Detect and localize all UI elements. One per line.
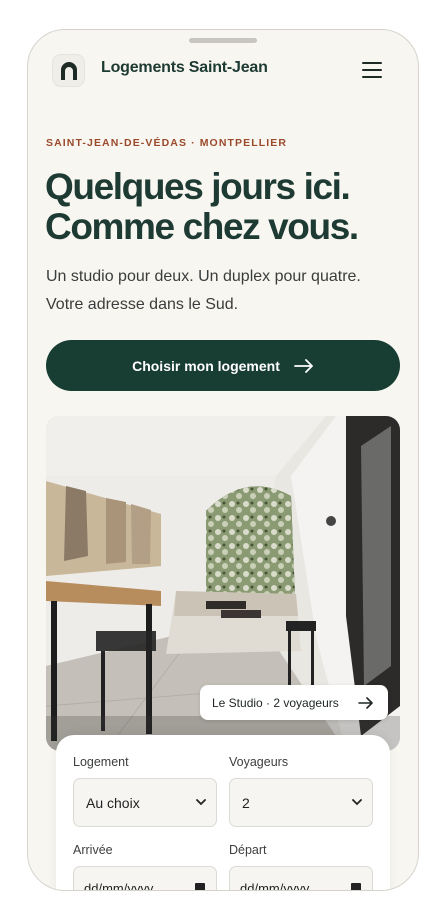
cta-label: Choisir mon logement <box>132 357 280 374</box>
location-eyebrow: SAINT-JEAN-DE-VÉDAS · MONTPELLIER <box>46 137 288 149</box>
logement-value: Au choix <box>86 794 140 811</box>
brand-logo[interactable] <box>52 54 85 87</box>
choose-lodging-button[interactable]: Choisir mon logement <box>46 340 400 391</box>
arrivee-label: Arrivée <box>73 843 113 857</box>
hero-headline: Quelques jours ici. Comme chez vous. <box>45 167 405 247</box>
photo-caption-badge[interactable]: Le Studio · 2 voyageurs <box>200 685 388 720</box>
calendar-icon <box>195 883 205 890</box>
arrivee-placeholder: dd/mm/yyyy <box>84 881 154 891</box>
hero-subtitle: Un studio pour deux. Un duplex pour quat… <box>46 263 406 319</box>
subtitle-line-1: Un studio pour deux. Un duplex pour quat… <box>46 268 361 285</box>
voyageurs-label: Voyageurs <box>229 755 289 769</box>
top-grab-bar <box>189 38 257 43</box>
arrivee-date-input[interactable]: dd/mm/yyyy <box>73 866 217 891</box>
badge-label: Le Studio · 2 voyageurs <box>212 695 339 710</box>
headline-line-1: Quelques jours ici. <box>45 166 351 207</box>
booking-card: Logement Au choix Voyageurs 2 Arrivée dd… <box>56 735 390 891</box>
depart-placeholder: dd/mm/yyyy <box>240 881 310 891</box>
phone-frame: Logements Saint-Jean SAINT-JEAN-DE-VÉDAS… <box>27 29 419 891</box>
hamburger-menu-icon[interactable] <box>361 61 383 79</box>
voyageurs-select[interactable]: 2 <box>229 778 373 827</box>
depart-date-input[interactable]: dd/mm/yyyy <box>229 866 373 891</box>
logement-select[interactable]: Au choix <box>73 778 217 827</box>
brand-name[interactable]: Logements Saint-Jean <box>101 59 268 77</box>
logement-label: Logement <box>73 755 129 769</box>
headline-line-2: Comme chez vous. <box>45 206 359 247</box>
studio-photo: Le Studio · 2 voyageurs <box>46 416 400 751</box>
arch-logo-icon <box>60 61 77 80</box>
calendar-icon <box>351 883 361 890</box>
arrow-right-icon <box>293 358 313 373</box>
chevron-down-icon <box>352 799 362 806</box>
voyageurs-value: 2 <box>242 794 250 811</box>
depart-label: Départ <box>229 843 267 857</box>
chevron-down-icon <box>196 799 206 806</box>
arrow-right-icon <box>358 696 373 709</box>
subtitle-line-2: Votre adresse dans le Sud. <box>46 296 239 313</box>
